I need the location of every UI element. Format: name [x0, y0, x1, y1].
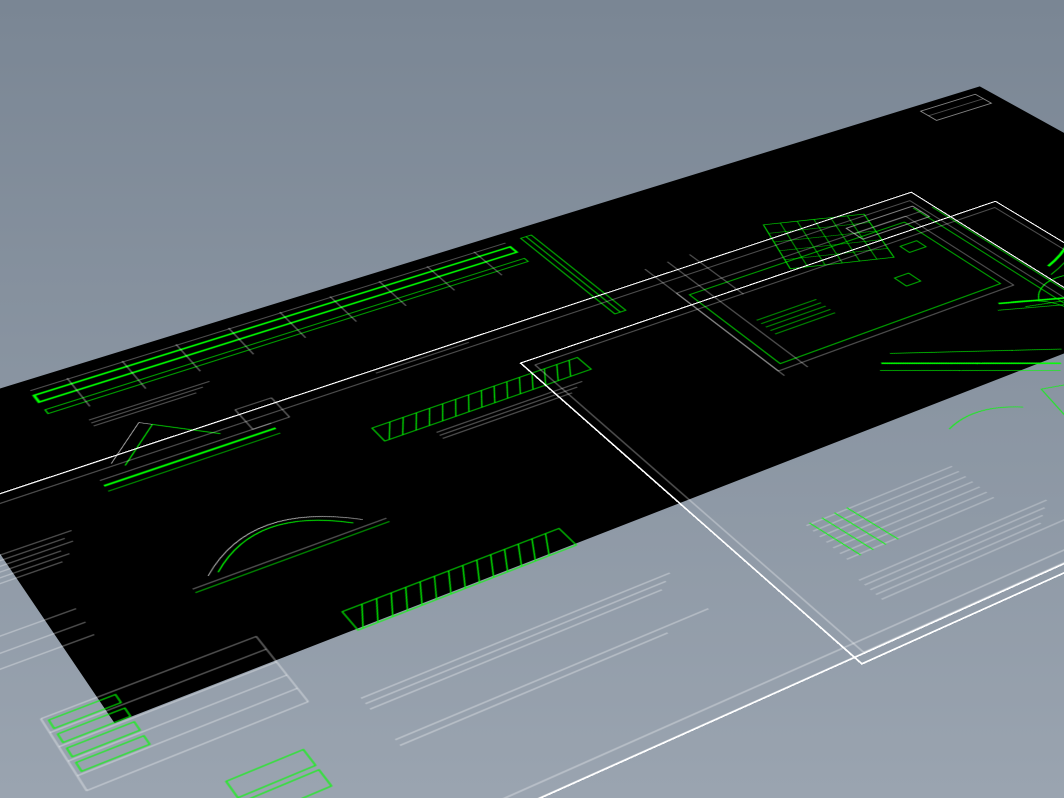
legend-symbols — [0, 605, 96, 688]
stair-section — [806, 466, 993, 559]
viewport-3d[interactable] — [0, 0, 1064, 798]
hatch-strip — [342, 528, 576, 630]
detail-table — [41, 636, 308, 790]
notes-block — [0, 530, 88, 615]
section-arch — [170, 491, 390, 592]
